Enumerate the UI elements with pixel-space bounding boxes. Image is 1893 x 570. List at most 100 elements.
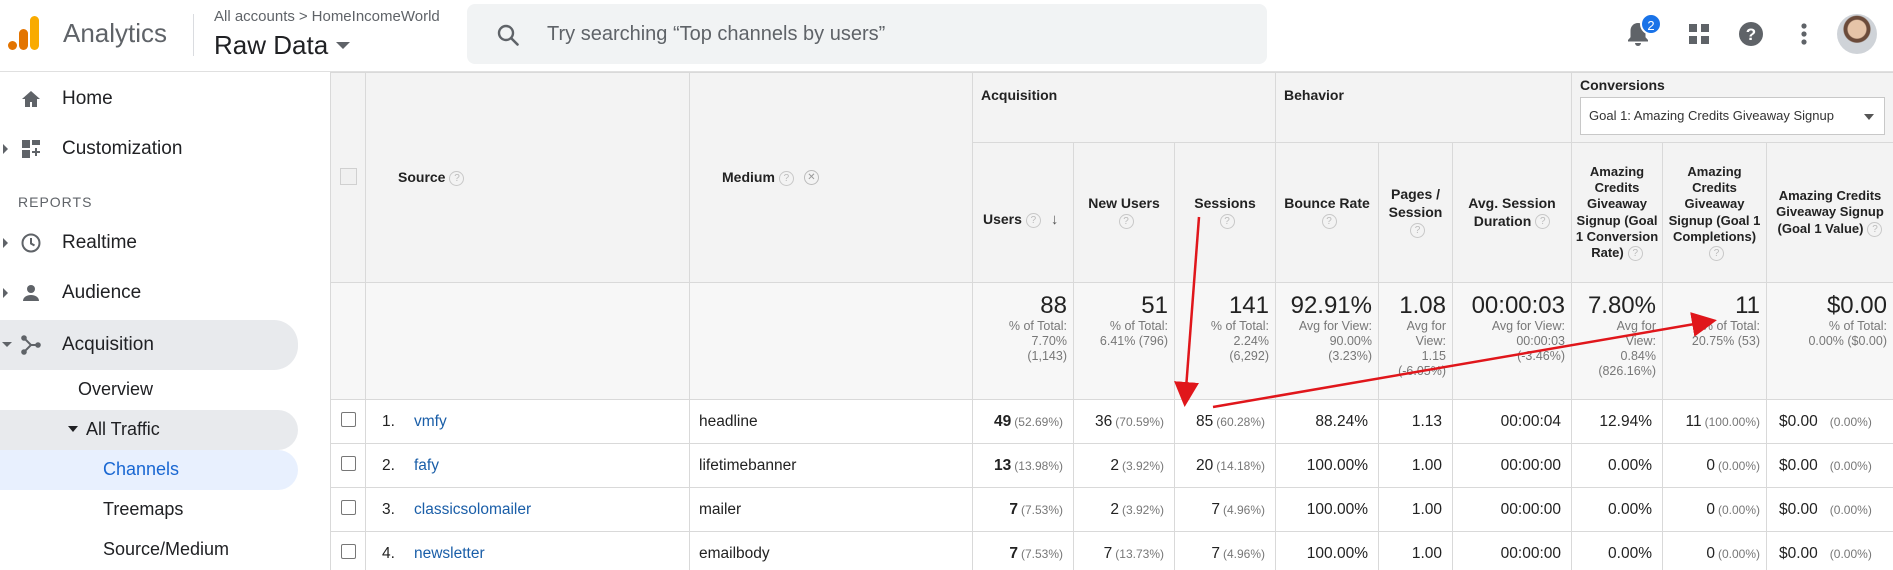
help-icon[interactable]: ? xyxy=(449,170,465,186)
sidebar-item-home[interactable]: Home xyxy=(0,74,298,122)
bounce-rate-header-label: Bounce Rate xyxy=(1284,195,1370,211)
analytics-logo-icon[interactable] xyxy=(6,12,42,52)
new-users-header[interactable]: New Users? xyxy=(1073,142,1175,283)
total-sub: 00:00:03 xyxy=(1516,334,1565,348)
source-link[interactable]: fafy xyxy=(414,457,439,474)
users-value: 49 xyxy=(994,412,1012,430)
help-icon[interactable]: ? xyxy=(1867,221,1883,237)
total-sub: 7.70% xyxy=(1031,334,1067,348)
new-users-cell: 2 (3.92%) xyxy=(1073,487,1175,532)
sessions-header[interactable]: Sessions? xyxy=(1174,142,1276,283)
completions-pct: (100.00%) xyxy=(1704,414,1760,429)
source-cell: 1. vmfy xyxy=(365,399,690,444)
sessions-pct: (4.96%) xyxy=(1222,546,1265,561)
expand-triangle-icon xyxy=(3,288,8,298)
row-checkbox[interactable] xyxy=(340,455,356,471)
medium-cell: headline xyxy=(689,399,973,444)
view-selector[interactable]: Raw Data xyxy=(214,30,351,61)
conversion-rate-cell: 0.00% xyxy=(1571,531,1663,570)
sessions-cell: 85 (60.28%) xyxy=(1174,399,1276,444)
row-index: 4. xyxy=(382,544,395,562)
total-sub: % of Total: xyxy=(1828,319,1887,333)
bounce-rate-cell: 100.00% xyxy=(1275,531,1379,570)
sidebar-item-label: Realtime xyxy=(62,232,137,253)
breadcrumb-all-accounts[interactable]: All accounts xyxy=(214,8,295,25)
select-all-checkbox[interactable] xyxy=(339,167,357,185)
new-users-value: 36 xyxy=(1095,412,1113,430)
users-cell: 7 (7.53%) xyxy=(972,531,1074,570)
sidebar: Home Customization REPORTS Realtime Audi… xyxy=(0,72,330,570)
goal-value: $0.00 xyxy=(1779,544,1818,562)
sidebar-item-all-traffic[interactable]: All Traffic xyxy=(0,410,298,450)
total-sub: 90.00% xyxy=(1329,334,1372,348)
source-link[interactable]: vmfy xyxy=(414,413,447,430)
breadcrumb[interactable]: All accounts > HomeIncomeWorld xyxy=(214,8,440,25)
person-icon xyxy=(23,285,39,301)
pages-session-header[interactable]: Pages / Session? xyxy=(1378,142,1453,283)
sidebar-item-realtime[interactable]: Realtime xyxy=(0,218,298,266)
help-icon[interactable]: ? xyxy=(1709,246,1724,262)
source-header[interactable]: Source? xyxy=(365,72,690,283)
sidebar-item-audience[interactable]: Audience xyxy=(0,268,298,316)
total-sub: (6,292) xyxy=(1229,349,1269,363)
goal-conversion-rate-header[interactable]: Amazing Credits Giveaway Signup (Goal 1 … xyxy=(1571,142,1663,283)
avg-duration-header[interactable]: Avg. Session Duration? xyxy=(1452,142,1572,283)
conversions-group-header: Conversions Goal 1: Amazing Credits Give… xyxy=(1571,72,1893,143)
header-divider xyxy=(193,14,194,56)
users-value: 7 xyxy=(1009,500,1018,518)
apps-grid-icon[interactable] xyxy=(1683,18,1715,50)
completions-value: 0 xyxy=(1706,544,1715,562)
help-icon[interactable]: ? xyxy=(778,170,794,186)
row-checkbox[interactable] xyxy=(340,411,356,427)
medium-header-label: Medium xyxy=(722,168,775,185)
source-link[interactable]: classicsolomailer xyxy=(414,501,531,518)
total-sub: 1.15 xyxy=(1421,349,1446,363)
goal-value-header[interactable]: Amazing Credits Giveaway Signup (Goal 1 … xyxy=(1766,142,1893,283)
sidebar-item-label: Audience xyxy=(62,282,142,303)
sessions-value: 85 xyxy=(1196,412,1214,430)
source-link[interactable]: newsletter xyxy=(414,545,485,562)
help-icon[interactable]: ? xyxy=(1627,246,1643,262)
users-header[interactable]: Users? ↓ xyxy=(972,142,1074,283)
help-icon[interactable]: ? xyxy=(1535,214,1551,230)
avatar[interactable] xyxy=(1837,14,1877,54)
help-icon[interactable]: ? xyxy=(1219,214,1235,230)
avg-duration-cell: 00:00:00 xyxy=(1452,487,1572,532)
help-icon[interactable]: ? xyxy=(1735,18,1767,50)
totals-conversion-rate: 7.80% Avg for View: 0.84% (826.16%) xyxy=(1571,282,1663,400)
sort-desc-arrow-icon[interactable]: ↓ xyxy=(1051,211,1059,228)
goal-completions-header[interactable]: Amazing Credits Giveaway Signup (Goal 1 … xyxy=(1662,142,1767,283)
sidebar-item-customization[interactable]: Customization xyxy=(0,124,298,172)
row-index: 1. xyxy=(382,412,395,430)
search-input[interactable] xyxy=(547,18,1227,50)
medium-header[interactable]: Medium? ✕ xyxy=(689,72,973,283)
bounce-rate-header[interactable]: Bounce Rate? xyxy=(1275,142,1379,283)
totals-avg-duration: 00:00:03 Avg for View: 00:00:03 (-3.46%) xyxy=(1452,282,1572,400)
help-icon[interactable]: ? xyxy=(1118,214,1134,230)
goal-completions-header-label: Amazing Credits Giveaway Signup (Goal 1 … xyxy=(1668,163,1761,244)
help-icon[interactable]: ? xyxy=(1321,214,1337,230)
source-cell: 4. newsletter xyxy=(365,531,690,570)
bounce-rate-cell: 100.00% xyxy=(1275,487,1379,532)
behavior-group-header: Behavior xyxy=(1275,72,1572,143)
bounce-rate-cell: 88.24% xyxy=(1275,399,1379,444)
breadcrumb-separator: > xyxy=(298,8,308,25)
total-sub: Avg for xyxy=(1406,319,1446,333)
search-bar[interactable] xyxy=(467,4,1267,64)
sidebar-item-acquisition[interactable]: Acquisition xyxy=(0,320,298,370)
more-vert-icon[interactable] xyxy=(1788,18,1820,50)
row-checkbox[interactable] xyxy=(340,499,356,515)
remove-dimension-icon[interactable]: ✕ xyxy=(803,169,819,185)
help-icon[interactable]: ? xyxy=(1025,212,1041,228)
new-users-cell: 7 (13.73%) xyxy=(1073,531,1175,570)
help-icon[interactable]: ? xyxy=(1410,223,1425,239)
row-checkbox[interactable] xyxy=(340,543,356,559)
conversion-rate-cell: 0.00% xyxy=(1571,487,1663,532)
breadcrumb-account[interactable]: HomeIncomeWorld xyxy=(312,8,440,25)
new-users-cell: 2 (3.92%) xyxy=(1073,443,1175,488)
sidebar-item-channels[interactable]: Channels xyxy=(0,450,298,490)
total-sub: Avg for View: xyxy=(1491,319,1565,333)
goal-select[interactable]: Goal 1: Amazing Credits Giveaway Signup xyxy=(1580,97,1885,135)
total-sub: (-3.46%) xyxy=(1517,349,1565,363)
new-users-pct: (3.92%) xyxy=(1121,458,1164,473)
